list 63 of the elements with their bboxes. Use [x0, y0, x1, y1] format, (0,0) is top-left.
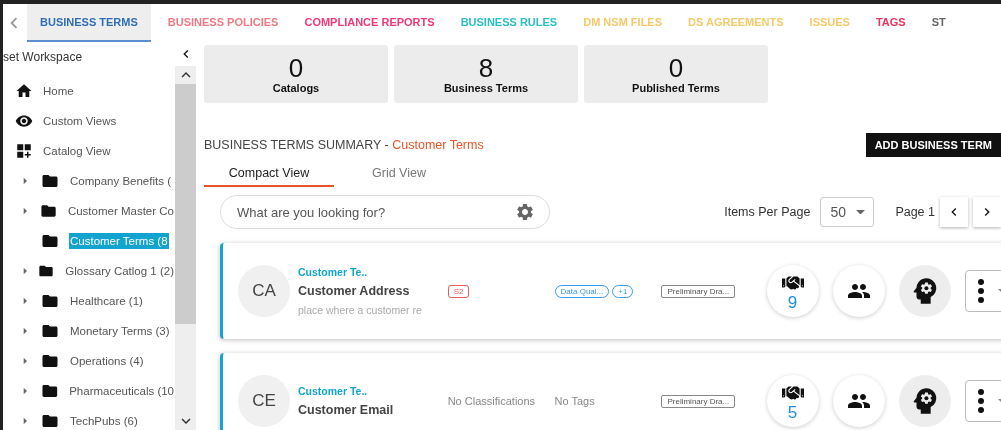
stakeholder-count: 9 — [787, 293, 798, 311]
catalog-item[interactable]: Operations (4) — [69, 353, 145, 369]
module-tab[interactable]: TAGS — [862, 4, 919, 42]
users-button[interactable] — [832, 375, 885, 427]
stat-value: 0 — [288, 54, 304, 82]
stakeholder-count: 5 — [787, 403, 798, 421]
catalog-item[interactable]: Pharmaceuticals (10 — [68, 383, 175, 399]
term-name: Customer Address — [298, 284, 411, 298]
folder-icon — [41, 412, 59, 430]
initials-avatar: CA — [238, 265, 290, 317]
folder-icon — [41, 292, 59, 310]
stat-value: 0 — [668, 54, 684, 82]
module-tab[interactable]: ST — [918, 4, 959, 42]
stat-value: 8 — [478, 54, 494, 82]
sidebar-item[interactable]: Home — [3, 76, 175, 106]
more-icon — [978, 279, 985, 303]
status-label: Preliminary Dra... — [661, 284, 736, 298]
term-description: place where a customer re — [298, 304, 423, 316]
users-button[interactable] — [832, 265, 885, 317]
sidebar-item[interactable]: Catalog View — [3, 136, 175, 166]
sidebar-item[interactable]: Custom Views — [3, 106, 175, 136]
catalog-item[interactable]: TechPubs (6) — [69, 413, 139, 429]
term-card[interactable]: CA Customer Te.. Customer Address place where a customer re S2 Data Qual... +1 Preliminary Dra... 9 — [220, 243, 1001, 339]
search-input[interactable]: What are you looking for? — [235, 203, 495, 221]
catalog-item[interactable]: Healthcare (1) — [69, 293, 144, 309]
stat-label: Published Terms — [632, 82, 720, 94]
items-per-page-label: Items Per Page — [724, 205, 811, 219]
settings-icon[interactable] — [515, 202, 535, 222]
folder-icon — [41, 232, 59, 250]
no-classifications-text: No Classifications — [447, 395, 536, 407]
add-business-term-button[interactable]: ADD BUSINESS TERM — [865, 133, 1001, 157]
home-icon — [15, 82, 33, 100]
view-tab[interactable]: Compact View — [204, 161, 334, 187]
stat-label: Business Terms — [443, 82, 529, 94]
scrollbar[interactable] — [175, 66, 196, 430]
folder-icon — [40, 382, 59, 400]
classification-tag: S2 — [447, 284, 470, 298]
module-tab[interactable]: BUSINESS TERMS — [27, 4, 151, 42]
folder-icon — [41, 172, 59, 190]
module-tab[interactable]: COMPLIANCE REPORTS — [291, 4, 448, 42]
per-page-select[interactable]: 50 — [820, 197, 875, 227]
stat-label: Catalogs — [272, 82, 320, 94]
catalog-item[interactable]: Glossary Catlog 1 (2) — [64, 263, 175, 279]
folder-icon — [41, 322, 59, 340]
catalog-item[interactable]: Customer Master Co — [66, 203, 175, 219]
catalog-item[interactable]: Monetary Terms (3) — [69, 323, 171, 339]
no-tags-text: No Tags — [554, 395, 595, 407]
initials-avatar: CE — [238, 375, 290, 427]
grid-icon — [15, 142, 33, 160]
workspace-title: set Workspace — [3, 49, 84, 66]
status-label: Preliminary Dra... — [661, 394, 736, 408]
catalog-item[interactable]: Company Benefits ( — [69, 173, 172, 189]
folder-icon — [39, 202, 57, 220]
eye-icon — [15, 112, 33, 130]
folder-icon — [41, 352, 59, 370]
stakeholders-button[interactable]: 9 — [766, 265, 819, 317]
page-label: Page 1 — [895, 205, 935, 219]
view-tab[interactable]: Grid View — [334, 161, 464, 187]
summary-title: BUSINESS TERMS SUMMARY - Customer Terms — [204, 138, 484, 152]
more-icon — [978, 389, 985, 413]
term-name: Customer Email — [298, 403, 395, 417]
dropdown-caret-icon — [856, 209, 866, 215]
term-card[interactable]: CE Customer Te.. Customer Email No Classifications No Tags Preliminary Dra... 5 — [220, 353, 1001, 430]
